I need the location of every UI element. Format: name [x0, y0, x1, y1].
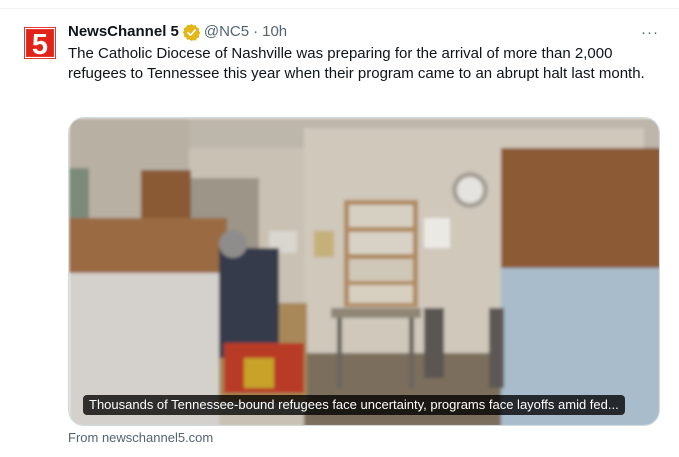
tweet[interactable]: 5 NewsChannel 5 @NC5 · 10h ··· The Catho…: [0, 0, 679, 457]
avatar[interactable]: 5: [24, 27, 56, 59]
source-link[interactable]: From newschannel5.com: [68, 430, 213, 446]
tweet-header: NewsChannel 5 @NC5 · 10h: [68, 22, 287, 42]
handle[interactable]: @NC5: [204, 22, 249, 42]
card-image: [69, 118, 659, 425]
separator-dot: ·: [253, 23, 259, 40]
more-horizontal-icon: ···: [641, 23, 659, 41]
tweet-text: The Catholic Diocese of Nashville was pr…: [68, 45, 645, 82]
link-card[interactable]: Thousands of Tennessee-bound refugees fa…: [68, 117, 660, 426]
verified-badge-icon[interactable]: [182, 23, 201, 42]
card-title: Thousands of Tennessee-bound refugees fa…: [83, 395, 625, 415]
more-options-button[interactable]: ···: [636, 22, 664, 42]
avatar-logo-text: 5: [32, 29, 48, 59]
display-name[interactable]: NewsChannel 5: [68, 22, 179, 42]
timestamp[interactable]: 10h: [262, 22, 287, 42]
